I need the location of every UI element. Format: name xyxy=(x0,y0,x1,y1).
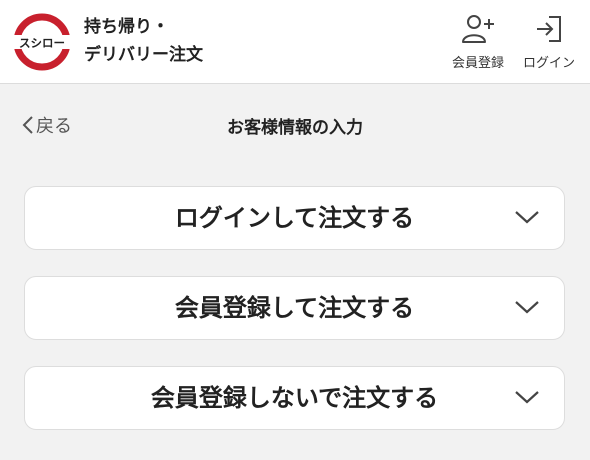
option-label: 会員登録しないで注文する xyxy=(150,384,439,412)
chevron-down-icon xyxy=(515,391,539,404)
chevron-down-icon xyxy=(515,211,539,224)
guest-order-option[interactable]: 会員登録しないで注文する xyxy=(24,366,565,430)
add-user-icon xyxy=(462,15,494,43)
login-order-option[interactable]: ログインして注文する xyxy=(24,186,565,250)
option-label: ログインして注文する xyxy=(174,204,415,232)
option-label: 会員登録して注文する xyxy=(174,294,415,322)
register-order-option[interactable]: 会員登録して注文する xyxy=(24,276,565,340)
sushiro-logo[interactable]: スシロー xyxy=(13,13,71,71)
login-label: ログイン xyxy=(522,56,575,71)
app-header: スシロー 持ち帰り・ デリバリー注文 会員登録 ログイン xyxy=(0,0,590,84)
brand-name: 持ち帰り・ デリバリー注文 xyxy=(84,13,203,69)
login-icon xyxy=(537,16,561,42)
register-label: 会員登録 xyxy=(451,56,504,71)
register-button[interactable]: 会員登録 xyxy=(446,12,510,71)
chevron-down-icon xyxy=(515,301,539,314)
login-button[interactable]: ログイン xyxy=(517,12,581,71)
logo-text: スシロー xyxy=(19,36,65,50)
page-title: お客様情報の入力 xyxy=(227,118,363,138)
brand-line-1: 持ち帰り・ xyxy=(84,17,169,37)
brand-line-2: デリバリー注文 xyxy=(84,45,203,65)
